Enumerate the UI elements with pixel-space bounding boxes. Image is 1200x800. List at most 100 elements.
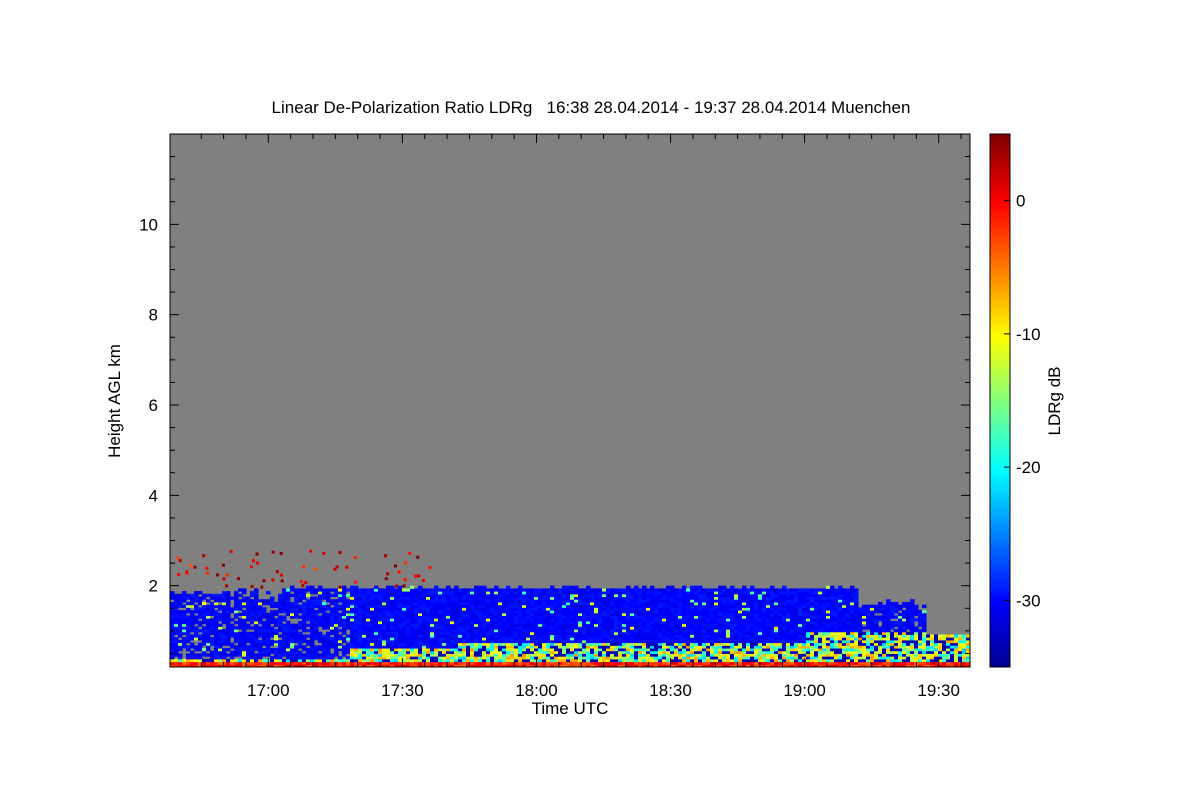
heatmap-cell: [514, 588, 519, 592]
heatmap-cell: [878, 615, 883, 619]
heatmap-cell: [802, 588, 807, 592]
heatmap-cell: [242, 596, 247, 600]
heatmap-cell: [874, 604, 879, 608]
heatmap-cell: [302, 601, 307, 606]
heatmap-cell: [318, 645, 323, 649]
heatmap-cell: [878, 601, 883, 606]
heatmap-cell: [306, 639, 311, 644]
heatmap-cell: [526, 588, 531, 592]
heatmap-cell: [206, 593, 211, 598]
chart-title: Linear De-Polarization Ratio LDRg 16:38 …: [272, 98, 911, 117]
heatmap-cell: [826, 585, 831, 589]
heatmap-cell: [302, 653, 307, 657]
heatmap-cell: [346, 656, 351, 660]
heatmap-cell: [210, 618, 215, 622]
heatmap-cell: [342, 645, 347, 649]
heatmap-cell: [250, 631, 255, 635]
heatmap-cell: [374, 585, 379, 589]
heatmap-cell: [706, 588, 711, 592]
heatmap-cell: [330, 588, 335, 592]
heatmap-cell: [338, 588, 343, 592]
heatmap-cell: [390, 585, 395, 589]
heatmap-cell: [346, 634, 351, 638]
heatmap-cell: [618, 588, 623, 592]
heatmap-cell: [186, 593, 191, 598]
heatmap-cell: [190, 650, 195, 654]
heatmap-cell: [678, 588, 683, 592]
heatmap-cell: [786, 588, 791, 592]
heatmap-cell: [478, 585, 483, 589]
heatmap-cell: [322, 601, 327, 606]
heatmap-cell: [542, 588, 547, 592]
heatmap-cell: [446, 585, 451, 589]
heatmap-cell: [186, 645, 191, 649]
heatmap-cell: [266, 591, 271, 595]
heatmap-cell: [210, 593, 215, 598]
heatmap-cell: [742, 585, 747, 589]
heatmap-cell: [686, 588, 691, 592]
heatmap-cell: [638, 588, 643, 592]
heatmap-cell: [346, 599, 351, 603]
heatmap-cell: [230, 650, 235, 654]
heatmap-cell: [342, 658, 347, 663]
heatmap-cell: [798, 588, 803, 592]
heatmap-cell: [866, 604, 871, 608]
heatmap-cell: [338, 604, 343, 608]
heatmap-cell: [414, 588, 419, 592]
heatmap-cell: [218, 593, 223, 598]
heatmap-cell: [886, 599, 891, 603]
heatmap-cell: [474, 585, 479, 589]
heatmap-cell: [430, 588, 435, 592]
heatmap-cell: [574, 585, 579, 589]
heatmap-cell: [178, 593, 183, 598]
heatmap-cell: [298, 650, 303, 654]
heatmap-cell: [214, 610, 219, 614]
heatmap-cell: [702, 588, 707, 592]
heatmap-cell: [334, 588, 339, 592]
heatmap-cell: [490, 588, 495, 592]
heatmap-cell: [462, 588, 467, 592]
heatmap-cell: [606, 588, 611, 592]
heatmap-cell: [386, 585, 391, 589]
heatmap-cell: [182, 604, 187, 608]
heatmap-cell: [342, 585, 347, 589]
heatmap-cell: [238, 631, 243, 635]
heatmap-cell: [206, 599, 211, 603]
heatmap-cell: [634, 585, 639, 589]
heatmap-cell: [246, 645, 251, 649]
heatmap-cell: [290, 623, 295, 627]
heatmap-cell: [306, 648, 311, 652]
heatmap-cell: [394, 588, 399, 592]
heatmap-cell: [234, 658, 239, 663]
heatmap-cell: [226, 591, 231, 595]
heatmap-cell: [822, 588, 827, 592]
heatmap-cell: [330, 653, 335, 657]
heatmap-cell: [818, 588, 823, 592]
heatmap-cell: [182, 658, 187, 663]
heatmap-cell: [442, 588, 447, 592]
heatmap-cell: [622, 588, 627, 592]
heatmap-cell: [550, 585, 555, 589]
heatmap-cell: [238, 612, 243, 617]
heatmap-cell: [250, 591, 255, 595]
heatmap-cell: [866, 631, 871, 635]
heatmap-cell: [338, 656, 343, 660]
heatmap-cell: [198, 629, 203, 633]
heatmap-cell: [754, 588, 759, 592]
heatmap-cell: [210, 650, 215, 654]
heatmap-cell: [234, 626, 239, 630]
heatmap-cell: [642, 585, 647, 589]
heatmap-cell: [302, 588, 307, 592]
heatmap-cell: [226, 658, 231, 663]
heatmap-cell: [726, 588, 731, 592]
heatmap-cell: [630, 588, 635, 592]
heatmap-cell: [258, 599, 263, 603]
heatmap-cell: [314, 610, 319, 614]
heatmap-cell: [234, 645, 239, 649]
heatmap-cell: [602, 588, 607, 592]
heatmap-cell: [230, 607, 235, 611]
heatmap-cell: [750, 585, 755, 589]
heatmap-cell: [246, 596, 251, 600]
heatmap-cell: [186, 653, 191, 657]
heatmap-cell: [198, 591, 203, 595]
